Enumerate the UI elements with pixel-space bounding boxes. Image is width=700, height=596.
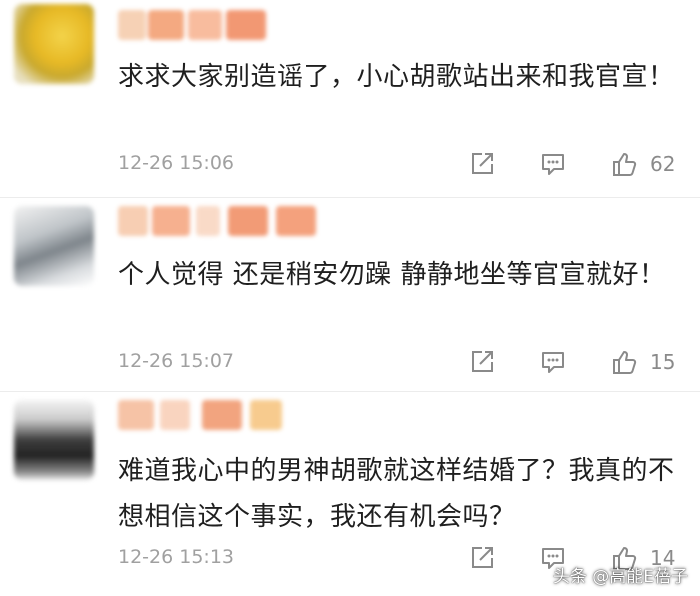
comment-bubble-icon[interactable]	[539, 348, 567, 376]
thumbs-up-icon[interactable]	[610, 348, 638, 376]
comment-text: 个人觉得 还是稍安勿躁 静静地坐等官宣就好！	[118, 260, 666, 290]
comment-item: 求求大家别造谣了，小心胡歌站出来和我官宣！ 12-26 15:06 62	[0, 0, 700, 197]
comment-meta: 12-26 15:07 15	[118, 348, 688, 378]
username-blurred[interactable]	[118, 202, 358, 242]
comment-time: 12-26 15:13	[118, 546, 235, 568]
avatar[interactable]	[14, 400, 94, 480]
share-icon[interactable]	[468, 348, 496, 376]
watermark: 头条 @高能E蓓子	[552, 567, 688, 587]
comment-meta: 12-26 15:06 62	[118, 150, 688, 180]
comment-text: 难道我心中的男神胡歌就这样结婚了？我真的不想相信这个事实，我还有机会吗？	[118, 456, 675, 532]
share-icon[interactable]	[468, 544, 496, 572]
comment-item: 个人觉得 还是稍安勿躁 静静地坐等官宣就好！ 12-26 15:07 15	[0, 197, 700, 392]
comment-time: 12-26 15:07	[118, 350, 235, 372]
comment-bubble-icon[interactable]	[539, 150, 567, 178]
username-blurred[interactable]	[118, 6, 298, 46]
avatar[interactable]	[14, 4, 94, 84]
like-count: 62	[650, 152, 676, 176]
avatar[interactable]	[14, 206, 94, 286]
username-blurred[interactable]	[118, 396, 318, 436]
comment-time: 12-26 15:06	[118, 152, 235, 174]
like-count: 15	[650, 350, 676, 374]
share-icon[interactable]	[468, 150, 496, 178]
thumbs-up-icon[interactable]	[610, 150, 638, 178]
comment-text: 求求大家别造谣了，小心胡歌站出来和我官宣！	[118, 62, 675, 92]
